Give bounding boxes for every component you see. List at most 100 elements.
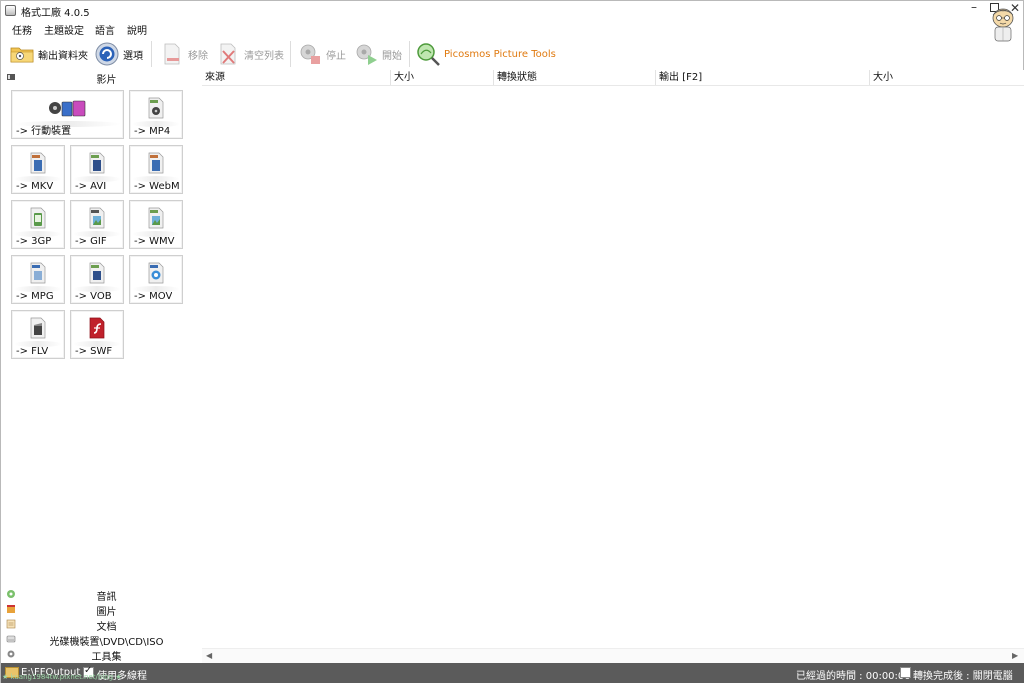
format-mp4-button[interactable]: -> MP4 [129,90,183,139]
menu-theme[interactable]: 主題設定 [44,22,84,37]
video-category-label: 影片 [96,75,117,86]
category-panel: 影片 -> 行動裝置 -> MP4 -> MKV -> AVI -> WebM … [2,70,201,663]
format-label: -> WebM [134,181,180,192]
status-bar: E:\FFOutput 使用多線程 已經過的時間 : 00:00:00 轉換完成… [1,663,1024,683]
format-label: -> GIF [75,236,107,247]
options-label: 選項 [123,50,143,62]
folder-icon [10,47,34,63]
avi-icon [89,152,105,174]
menu-bar: 任務 主題設定 語言 說明 [1,20,1023,37]
format-mpg-button[interactable]: -> MPG [11,255,65,304]
start-label: 開始 [382,50,402,62]
start-button[interactable]: 開始 [353,39,402,69]
format-flv-button[interactable]: -> FLV [11,310,65,359]
mp4-icon [148,97,164,119]
toolbar-separator [409,41,410,67]
toolbar-separator [151,41,152,67]
options-gear-icon [95,42,119,66]
format-webm-button[interactable]: -> WebM [129,145,183,194]
menu-language[interactable]: 語言 [95,22,115,37]
minimize-button[interactable]: – [971,1,977,13]
format-label: -> MOV [134,291,173,302]
audio-category-label: 音訊 [96,592,117,603]
format-vob-button[interactable]: -> VOB [70,255,124,304]
column-source[interactable]: 來源 [202,70,391,85]
scroll-right-icon[interactable]: ▶ [1012,651,1018,660]
vob-icon [89,262,105,284]
disc-category-label: 光碟機裝置\DVD\CD\ISO [49,637,164,648]
app-icon [5,5,16,16]
flv-icon [30,317,46,339]
disc-category-header[interactable]: 光碟機裝置\DVD\CD\ISO [2,632,201,648]
column-output-size[interactable]: 大小 [870,70,1024,85]
clear-list-label: 清空列表 [244,50,284,62]
remove-label: 移除 [188,50,208,62]
column-size[interactable]: 大小 [391,70,494,85]
options-button[interactable]: 選項 [94,39,143,69]
webm-icon [148,152,164,174]
after-convert-checkbox[interactable] [900,667,911,678]
swf-icon [89,317,105,339]
toolbar: 輸出資料夾 選項 移除 清空列表 停止 開始 Picosmos Picture … [1,37,1023,70]
remove-icon [164,43,180,65]
format-mobile-device-button[interactable]: -> 行動裝置 [11,90,124,139]
column-status[interactable]: 轉換狀態 [494,70,656,85]
elapsed-time: 已經過的時間 : 00:00:00 [796,671,911,682]
format-3gp-button[interactable]: -> 3GP [11,200,65,249]
format-gif-button[interactable]: -> GIF [70,200,124,249]
output-folder-label: 輸出資料夾 [38,50,88,62]
task-list[interactable]: 來源 大小 轉換狀態 輸出 [F2] 大小 ◀ ▶ [202,70,1024,663]
wmv-icon [148,207,164,229]
scroll-left-icon[interactable]: ◀ [206,651,212,660]
remove-button[interactable]: 移除 [159,39,208,69]
mpg-icon [30,262,46,284]
format-label: -> VOB [75,291,112,302]
format-label: -> WMV [134,236,175,247]
header-divider [202,85,1024,86]
menu-help[interactable]: 說明 [127,22,147,37]
horizontal-scrollbar[interactable]: ◀ ▶ [202,648,1024,663]
stop-label: 停止 [326,50,346,62]
after-convert-label: 轉換完成後 : 關閉電腦 [913,671,1013,682]
title-bar: 格式工廠 4.0.5 – ✕ [1,1,1023,20]
format-label: -> MP4 [134,126,171,137]
column-output[interactable]: 輸出 [F2] [656,70,870,85]
format-wmv-button[interactable]: -> WMV [129,200,183,249]
picture-category-label: 圖片 [96,607,117,618]
picosmos-icon [417,43,440,66]
picture-category-header[interactable]: 圖片 [2,602,201,618]
format-label: -> MPG [16,291,54,302]
format-label: -> AVI [75,181,107,192]
format-label: -> MKV [16,181,54,192]
format-avi-button[interactable]: -> AVI [70,145,124,194]
format-swf-button[interactable]: -> SWF [70,310,124,359]
stop-icon [300,44,320,64]
3gp-icon [30,207,46,229]
format-mkv-button[interactable]: -> MKV [11,145,65,194]
format-label: -> SWF [75,346,113,357]
mobile-device-icon [48,100,85,117]
picosmos-button[interactable]: Picosmos Picture Tools [415,39,556,69]
menu-task[interactable]: 任務 [12,22,32,37]
format-label: -> 3GP [16,236,52,247]
toolbar-separator [290,41,291,67]
tools-category-label: 工具集 [91,652,122,663]
video-category-header[interactable]: 影片 [2,70,201,86]
output-folder-button[interactable]: 輸出資料夾 [9,39,88,69]
document-category-header[interactable]: 文档 [2,617,201,633]
mov-icon [148,262,164,284]
main-window: 格式工廠 4.0.5 – ✕ 任務 主題設定 語言 說明 輸出資料夾 選項 移除… [0,0,1024,683]
picosmos-label: Picosmos Picture Tools [444,48,556,60]
start-icon [356,44,377,65]
audio-category-header[interactable]: 音訊 [2,587,201,603]
clear-list-icon [220,43,236,65]
format-mov-button[interactable]: -> MOV [129,255,183,304]
gif-icon [89,207,105,229]
format-label: -> FLV [16,346,49,357]
format-label: -> 行動裝置 [16,126,72,137]
watermark-text: ★ kuang1984tw.pixnet.net/blog ★ [2,673,122,681]
clear-list-button[interactable]: 清空列表 [215,39,284,69]
stop-button[interactable]: 停止 [297,39,346,69]
tools-category-header[interactable]: 工具集 [2,647,201,663]
mkv-icon [30,152,46,174]
